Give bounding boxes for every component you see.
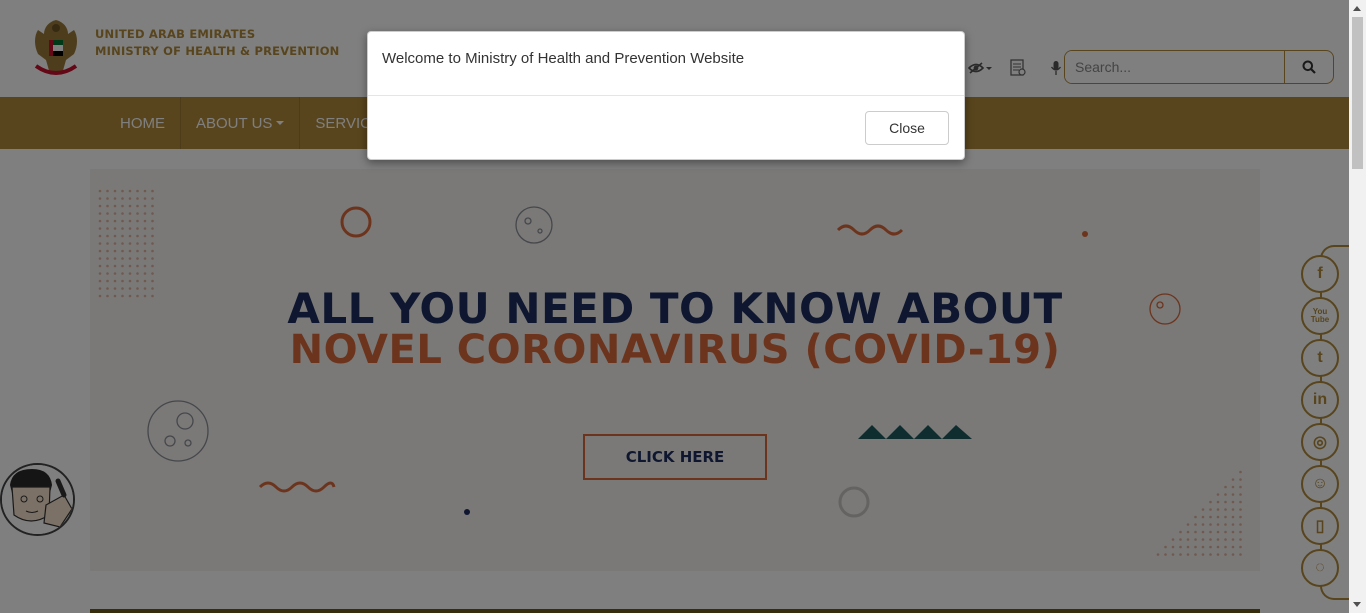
page-scrollbar[interactable]: [1349, 0, 1366, 613]
modal-footer: Close: [368, 96, 964, 160]
modal-message: Welcome to Ministry of Health and Preven…: [368, 32, 964, 96]
scroll-thumb[interactable]: [1352, 17, 1363, 169]
close-button[interactable]: Close: [865, 111, 949, 145]
scroll-up-arrow[interactable]: [1353, 6, 1361, 11]
welcome-modal: Welcome to Ministry of Health and Preven…: [367, 31, 965, 160]
scroll-down-arrow[interactable]: [1353, 602, 1361, 607]
